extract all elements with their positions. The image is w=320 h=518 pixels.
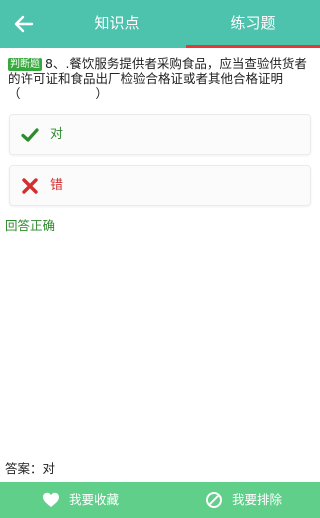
heart-icon [43,492,59,507]
favorite-label: 我要收藏 [69,492,120,507]
option-true[interactable]: 对 [9,114,311,155]
check-icon [21,128,39,142]
tab-practice[interactable]: 练习题 [186,0,320,48]
result-message: 回答正确 [5,218,56,233]
tab-knowledge[interactable]: 知识点 [64,0,170,48]
exclude-button[interactable]: 我要排除 [205,482,315,518]
cross-icon [22,178,38,194]
arrow-left-icon [14,15,34,33]
option-true-label: 对 [50,127,64,142]
question-type-badge: 判断题 [8,58,42,71]
back-button[interactable] [12,12,36,36]
active-tab-indicator [186,45,320,48]
question-text: 8、.餐饮服务提供者采购食品，应当查验供货者的许可证和食品出厂检验合格证或者其他… [8,56,307,101]
answer-text: 答案：对 [5,461,56,476]
ban-icon [206,492,222,508]
option-false-label: 错 [50,178,64,193]
question-text-block: 判断题 8、.餐饮服务提供者采购食品，应当查验供货者的许可证和食品出厂检验合格证或… [8,56,314,101]
bottom-action-bar: 我要收藏 我要排除 [0,482,320,518]
favorite-button[interactable]: 我要收藏 [42,482,162,518]
exclude-label: 我要排除 [232,492,283,507]
option-false[interactable]: 错 [9,165,311,206]
app-header: 知识点 练习题 [0,0,320,48]
